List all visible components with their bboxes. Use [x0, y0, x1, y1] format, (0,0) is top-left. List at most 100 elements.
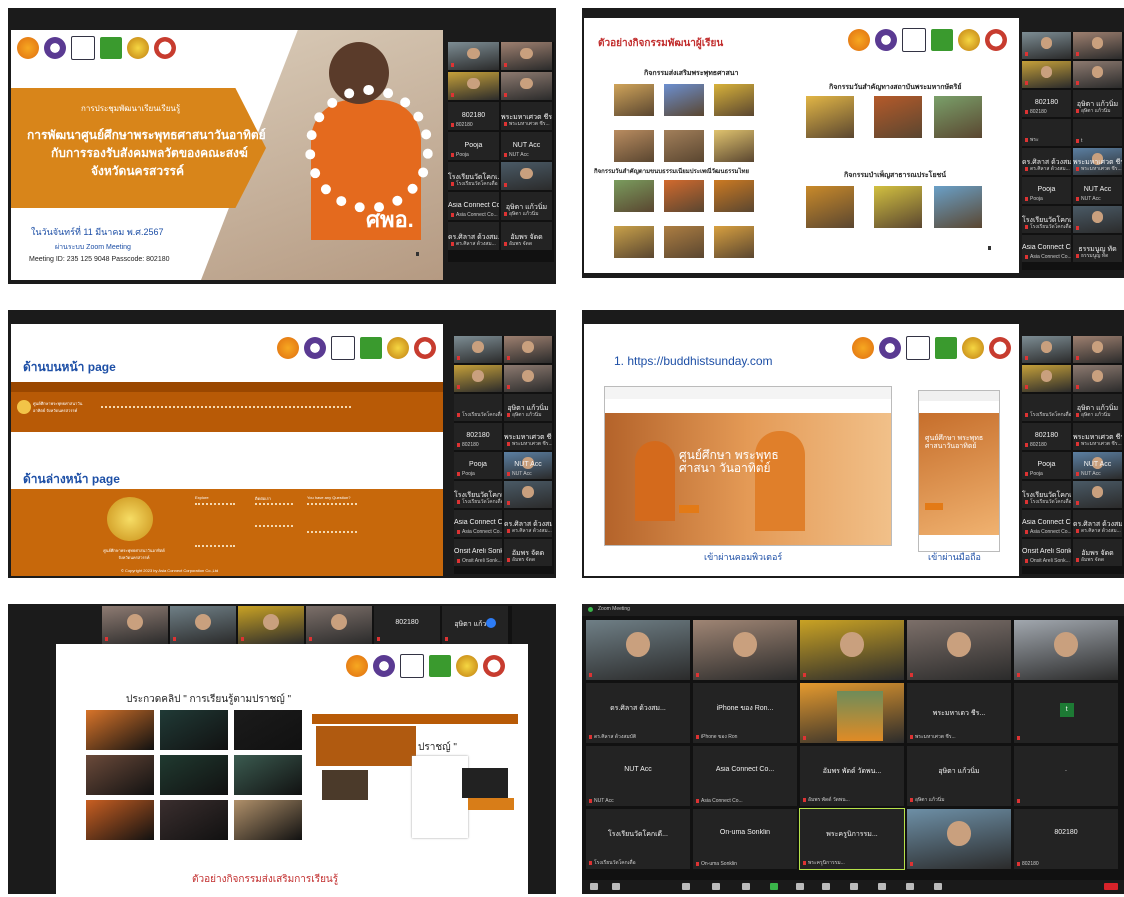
participant-tile[interactable] [1073, 61, 1122, 88]
participant-tile[interactable]: Asia Connect Co... Asia Connect Co... [693, 746, 797, 806]
participant-tile[interactable]: โรงเรียนวัดโคกเ...โรงเรียนวัดโคกเดื่อ [1022, 481, 1071, 508]
participant-tile[interactable] [454, 336, 502, 363]
participant-tile[interactable]: 802180 802180 [454, 423, 502, 450]
participant-tile[interactable]: Onsit Areli Sonk... Onsit Areli Sonk... [454, 539, 502, 566]
participant-tile[interactable]: Asia Connect Co... Asia Connect Co... [448, 192, 499, 220]
participant-tile[interactable] [1073, 32, 1122, 59]
participant-tile[interactable]: 802180 802180 [1014, 809, 1118, 869]
participant-tile[interactable]: พระครูนิการรม... พระครูนิการรม... [799, 808, 905, 870]
participant-tile[interactable]: อัมพร จัดด อัมพร จัดด [501, 222, 552, 250]
participant-tile[interactable] [1022, 32, 1071, 59]
chat-icon[interactable] [742, 883, 750, 890]
video-thumbnail[interactable] [160, 710, 228, 750]
whiteboard-icon[interactable] [878, 883, 886, 890]
participant-tile[interactable] [306, 606, 372, 644]
participant-tile[interactable]: อุษิตา แก้วนิ่ม อุษิตา แก้วนิ่ม [504, 394, 552, 421]
participant-tile[interactable]: Pooja Pooja [454, 452, 502, 479]
participant-tile[interactable]: ดร.ศิลาส ด้วงสม... ดร.ศิลาส ด้วงสมบัติ [586, 683, 690, 743]
participant-tile[interactable]: 802180 802180 [1022, 90, 1071, 117]
video-thumbnail[interactable] [86, 800, 154, 840]
security-icon[interactable] [682, 883, 690, 890]
video-thumbnail[interactable] [86, 755, 154, 795]
participant-tile[interactable] [1073, 481, 1122, 508]
mic-icon[interactable] [590, 883, 598, 890]
participant-tile[interactable]: อัมพร พัดด์ วัดพน... อัมพร พัดด์ วัดพน... [800, 746, 904, 806]
participants-icon[interactable] [712, 883, 720, 890]
participant-tile[interactable] [1073, 365, 1122, 392]
participant-tile[interactable]: . [1014, 746, 1118, 806]
participant-tile[interactable]: พระมหาเศวต ชีร...พระมหาเศวต ชีร... [504, 423, 552, 450]
participant-tile[interactable]: NUT Acc NUT Acc [1073, 177, 1122, 204]
participant-tile[interactable]: โรงเรียนวัดโคกเ...โรงเรียนวัดโคกเดื่อ [454, 481, 502, 508]
participant-tile[interactable] [238, 606, 304, 644]
participant-tile[interactable]: พระมหาเศวต ชีร...พระมหาเศวต ชีร... [501, 102, 552, 130]
participant-tile[interactable]: อุษิตา แก้วนิ่ม อุษิตา แก้วนิ่ม [907, 746, 1011, 806]
participant-tile[interactable]: ธรรมนูญ ทัด ธรรมนูญ ทัด [1073, 235, 1122, 262]
participant-tile[interactable]: โรงเรียนวัดโคกเดื่อ [454, 394, 502, 421]
video-icon[interactable] [612, 883, 620, 890]
participant-tile[interactable] [504, 365, 552, 392]
participant-tile[interactable]: อุษิตา แก้วนิ่ม [442, 606, 508, 644]
participant-tile[interactable] [1022, 365, 1071, 392]
participant-tile[interactable] [501, 42, 552, 70]
participant-tile[interactable]: โรงเรียนวัดโคกเ...โรงเรียนวัดโคกเดื่อ [448, 162, 499, 190]
participant-tile[interactable] [170, 606, 236, 644]
participant-tile[interactable]: อุษิตา แก้วนิ่ม อุษิตา แก้วนิ่ม [1073, 90, 1122, 117]
participant-tile[interactable] [1073, 206, 1122, 233]
participant-tile[interactable]: Pooja Pooja [1022, 177, 1071, 204]
participant-tile[interactable] [501, 162, 552, 190]
participant-tile[interactable]: Pooja Pooja [1022, 452, 1071, 479]
participant-tile[interactable] [693, 620, 797, 680]
participant-tile[interactable]: Pooja Pooja [448, 132, 499, 160]
participant-tile[interactable] [1014, 620, 1118, 680]
participant-tile[interactable]: ดร.ศิลาส ด้วงสม...ดร.ศิลาส ด้วงสม... [448, 222, 499, 250]
video-thumbnail[interactable] [234, 710, 302, 750]
participant-tile[interactable]: อัมพร จัดด อัมพร จัดด [1073, 539, 1122, 566]
participant-tile[interactable] [907, 809, 1011, 869]
participant-tile[interactable] [501, 72, 552, 100]
participant-tile[interactable]: 802180 [374, 606, 440, 644]
participant-tile[interactable]: NUT Acc NUT Acc [501, 132, 552, 160]
more-participants-button[interactable] [486, 618, 496, 628]
participant-tile[interactable]: ดร.ศิลาส ด้วงสม...ดร.ศิลาส ด้วงสม... [1022, 148, 1071, 175]
participant-tile[interactable]: พระมหาเดว ชีร... พระมหาเศวต ชีร... [837, 683, 1011, 743]
share-screen-icon[interactable] [770, 883, 778, 890]
video-thumbnail[interactable] [234, 755, 302, 795]
more-icon[interactable] [934, 883, 942, 890]
participant-tile[interactable]: พระ [1022, 119, 1071, 146]
end-meeting-button[interactable] [1104, 883, 1118, 890]
participant-tile[interactable] [586, 620, 690, 680]
video-thumbnail[interactable] [86, 710, 154, 750]
participant-tile[interactable]: 802180 802180 [448, 102, 499, 130]
video-thumbnail[interactable] [160, 800, 228, 840]
participant-tile[interactable]: 802180 802180 [1022, 423, 1071, 450]
video-thumbnail[interactable] [234, 800, 302, 840]
participant-tile[interactable]: Asia Connect Co... Asia Connect Co... [1022, 235, 1071, 262]
participant-tile[interactable]: โรงเรียนวัดโคกเดื... โรงเรียนวัดโคกเดื่อ [586, 809, 690, 869]
notes-icon[interactable] [906, 883, 914, 890]
participant-tile[interactable]: iPhone ของ Ron... iPhone ของ Ron [693, 683, 797, 743]
participant-tile[interactable] [454, 365, 502, 392]
participant-tile[interactable]: อุษิตา แก้วนิ่ม อุษิตา แก้วนิ่ม [1073, 394, 1122, 421]
participant-tile[interactable]: พระมหาเศวต ชีร...พระมหาเศวต ชีร... [1073, 148, 1122, 175]
participant-tile[interactable]: Asia Connect Co... Asia Connect Co... [1022, 510, 1071, 537]
participant-tile[interactable]: ดร.ศิลาส ด้วงสม...ดร.ศิลาส ด้วงสม... [1073, 510, 1122, 537]
participant-tile[interactable]: On-uma Sonklin On-uma Sonklin [693, 809, 797, 869]
participant-tile[interactable]: NUT Acc NUT Acc [1073, 452, 1122, 479]
participant-tile[interactable] [448, 42, 499, 70]
video-thumbnail[interactable] [160, 755, 228, 795]
participant-tile[interactable]: NUT Acc NUT Acc [586, 746, 690, 806]
participant-tile[interactable]: โรงเรียนวัดโคกเดื่อโรงเรียนวัดโคกเดื่อ [1022, 206, 1071, 233]
participant-tile[interactable]: อุษิตา แก้วนิ่ม อุษิตา แก้วนิ่ม [501, 192, 552, 220]
participant-tile[interactable] [1022, 336, 1071, 363]
apps-icon[interactable] [850, 883, 858, 890]
participant-tile[interactable]: Onsit Areli Sonk... Onsit Areli Sonk... [1022, 539, 1071, 566]
participant-tile[interactable]: t [1014, 683, 1118, 743]
participant-tile[interactable] [504, 336, 552, 363]
participant-tile[interactable] [102, 606, 168, 644]
participant-tile[interactable]: Asia Connect Co... Asia Connect Co... [454, 510, 502, 537]
participant-tile[interactable] [448, 72, 499, 100]
reactions-icon[interactable] [822, 883, 830, 890]
participant-tile[interactable]: ดร.ศิลาส ด้วงสม...ดร.ศิลาส ด้วงสม... [504, 510, 552, 537]
participant-tile[interactable] [504, 481, 552, 508]
